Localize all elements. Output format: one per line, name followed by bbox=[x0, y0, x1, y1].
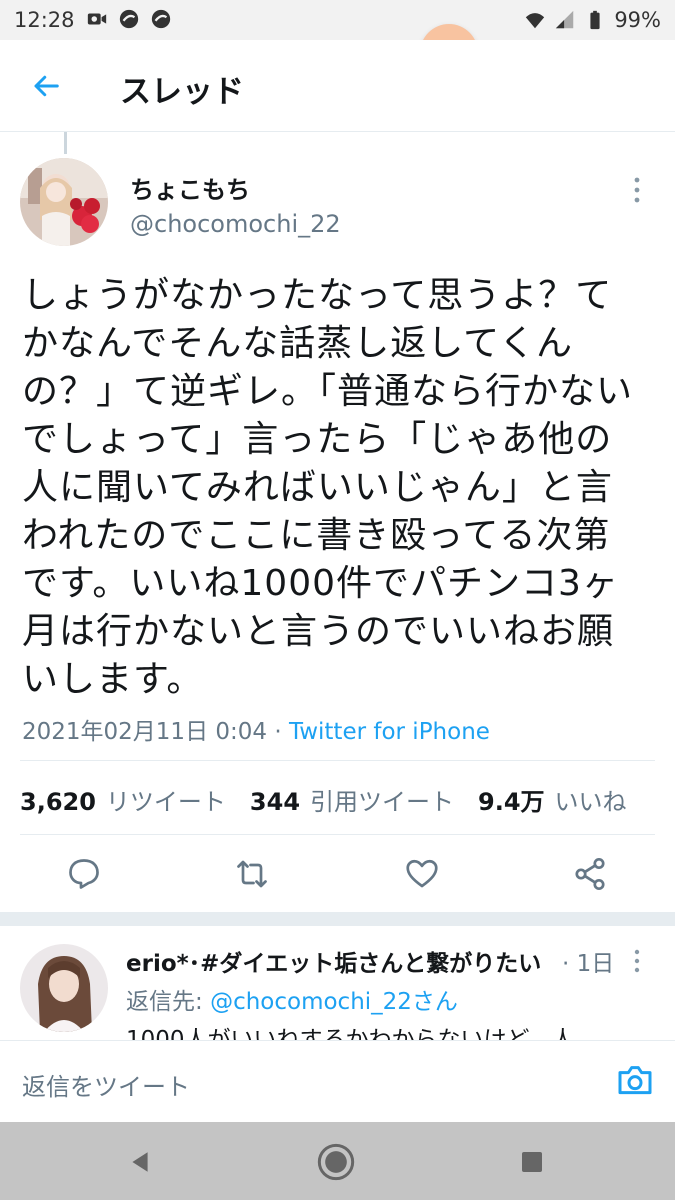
meta-separator: · bbox=[267, 719, 289, 745]
page-title: スレッド bbox=[120, 74, 244, 110]
retweet-icon[interactable] bbox=[234, 856, 270, 892]
video-icon bbox=[87, 13, 107, 25]
reply-to-mention[interactable]: @chocomochi_22さん bbox=[210, 989, 458, 1015]
signal-icon bbox=[556, 10, 574, 29]
status-bar: 12:28 99% bbox=[0, 0, 675, 40]
more-options-icon[interactable] bbox=[625, 946, 649, 976]
like-label[interactable]: いいね bbox=[555, 782, 627, 817]
reply-compose-bar[interactable]: 返信をツイート bbox=[0, 1040, 675, 1122]
nav-recents-button[interactable] bbox=[510, 1140, 554, 1184]
tweet-text: しょうがなかったなって思うよ？てかなんでそんな話蒸し返してくんの？」て逆ギレ。「… bbox=[22, 275, 634, 700]
system-nav-bar bbox=[0, 1122, 675, 1200]
tweet-source[interactable]: Twitter for iPhone bbox=[289, 719, 490, 745]
like-heart-icon[interactable] bbox=[404, 856, 440, 892]
user-handle[interactable]: @chocomochi_22 bbox=[130, 210, 341, 238]
nav-home-button[interactable] bbox=[314, 1140, 358, 1184]
share-icon[interactable] bbox=[572, 856, 608, 892]
more-options-icon[interactable] bbox=[625, 172, 649, 208]
tweet-stats: 3,620 リツイート 344 引用ツイート 9.4万 いいね bbox=[20, 782, 641, 817]
status-time: 12:28 bbox=[14, 8, 75, 32]
tweet-timestamp: 2021年02月11日 0:04 bbox=[22, 719, 268, 745]
back-button[interactable] bbox=[24, 64, 68, 108]
divider bbox=[20, 834, 655, 835]
camera-icon[interactable] bbox=[615, 1061, 655, 1101]
reply-tweet[interactable]: erio*･#ダイエット垢さんと繋がりたい · 1日 返信先: @chocomo… bbox=[0, 926, 675, 1040]
like-count[interactable]: 9.4万 bbox=[478, 782, 545, 817]
reply-display-name[interactable]: erio*･#ダイエット垢さんと繋がりたい bbox=[126, 944, 556, 978]
nav-back-button[interactable] bbox=[118, 1140, 162, 1184]
square-recents-icon bbox=[522, 1152, 542, 1172]
retweet-label[interactable]: リツイート bbox=[106, 782, 226, 817]
quote-count[interactable]: 344 bbox=[250, 788, 300, 816]
avatar[interactable] bbox=[20, 158, 108, 246]
circle-app-icon bbox=[119, 9, 139, 29]
arrow-left-icon bbox=[34, 75, 59, 97]
avatar[interactable] bbox=[20, 944, 108, 1032]
triangle-back-icon bbox=[132, 1152, 148, 1172]
app-bar: スレッド bbox=[0, 40, 675, 132]
retweet-count[interactable]: 3,620 bbox=[20, 788, 96, 816]
section-separator bbox=[0, 912, 675, 926]
wifi-icon bbox=[526, 13, 545, 29]
battery-icon bbox=[590, 10, 600, 30]
circle-app-icon bbox=[151, 9, 171, 29]
reply-text: 1000人がいいねするかわからないけど、人 bbox=[126, 1027, 575, 1040]
battery-percent: 99% bbox=[614, 8, 661, 32]
divider bbox=[20, 760, 655, 761]
circle-home-icon bbox=[317, 1143, 355, 1181]
reply-to-line: 返信先: @chocomochi_22さん bbox=[126, 982, 458, 1016]
reply-time: · 1日 bbox=[562, 951, 615, 977]
tweet-actions bbox=[0, 842, 675, 906]
reply-to-label: 返信先: bbox=[126, 989, 211, 1015]
thread-connector-line bbox=[64, 132, 67, 154]
tweet-meta: 2021年02月11日 0:04 · Twitter for iPhone bbox=[22, 712, 490, 746]
quote-label[interactable]: 引用ツイート bbox=[310, 782, 454, 817]
compose-placeholder[interactable]: 返信をツイート bbox=[22, 1067, 190, 1102]
display-name[interactable]: ちょこもち bbox=[130, 170, 250, 205]
reply-icon[interactable] bbox=[66, 856, 102, 892]
